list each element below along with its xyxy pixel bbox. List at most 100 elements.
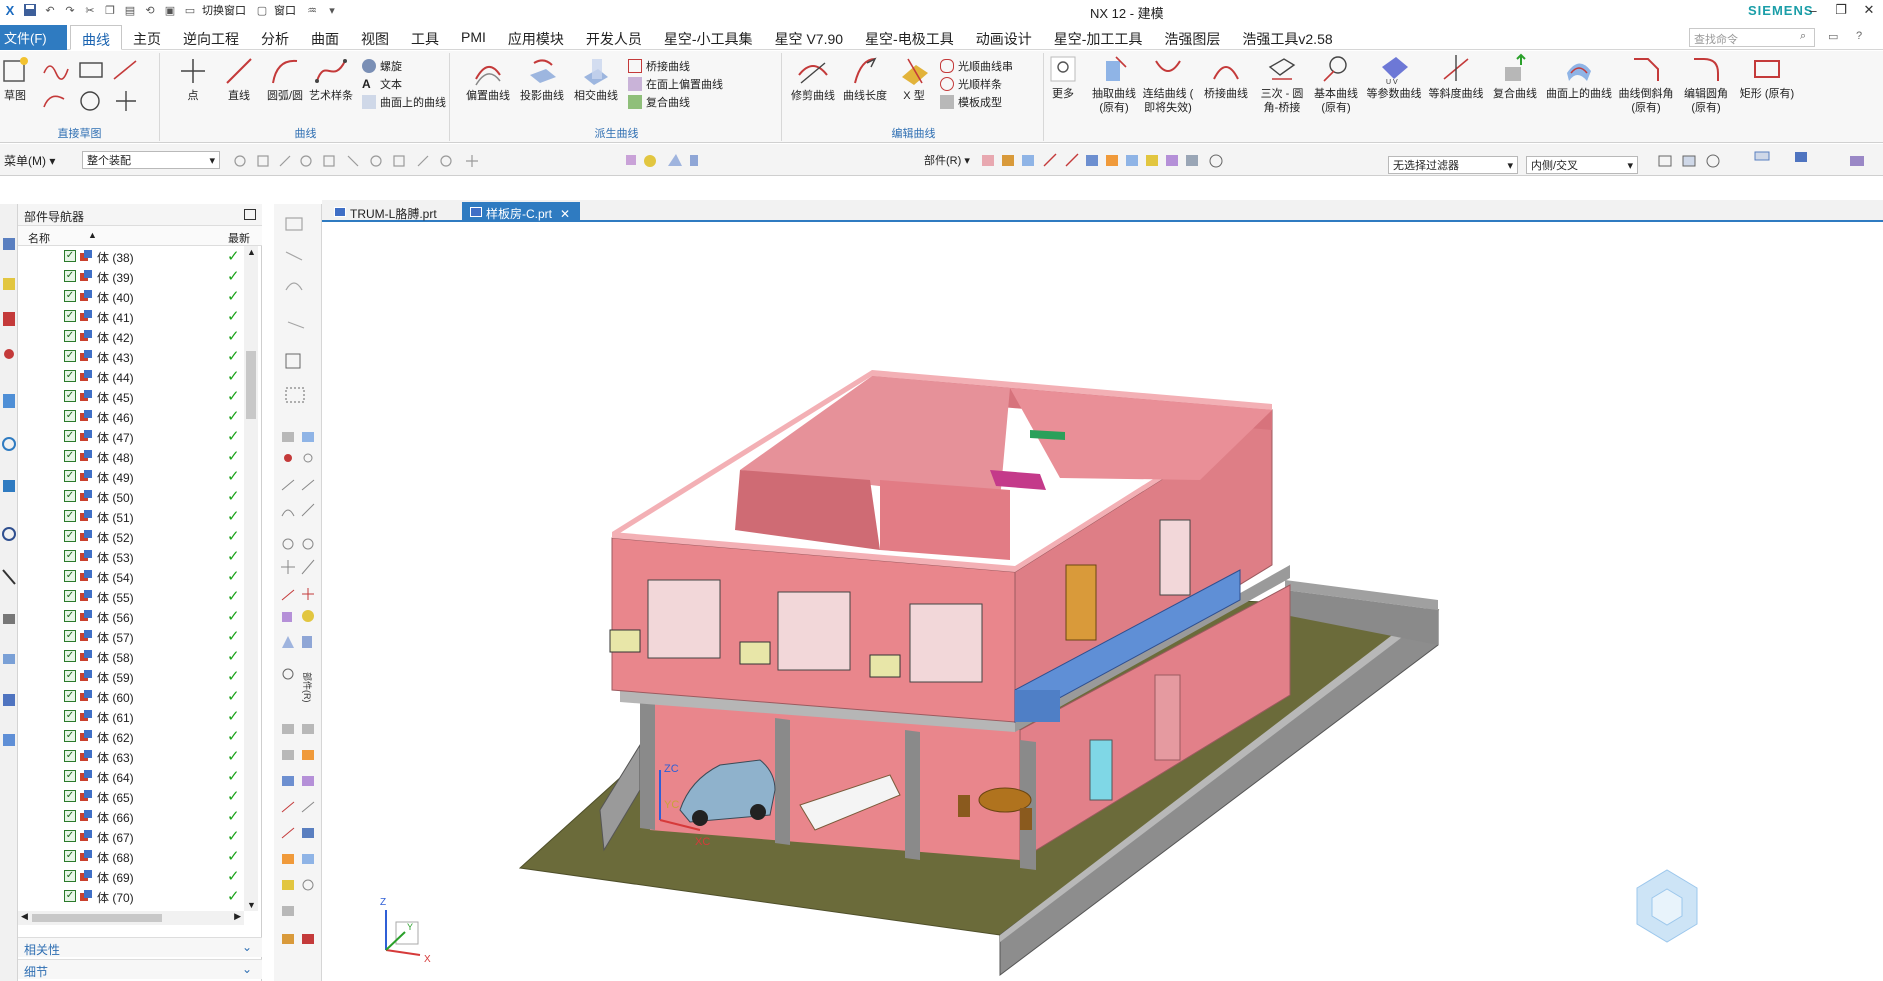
- help-icon[interactable]: ?: [1856, 30, 1862, 42]
- tab-tools[interactable]: 工具: [400, 25, 450, 50]
- offset-curve-button[interactable]: 偏置曲线: [462, 55, 514, 129]
- tab-applications[interactable]: 应用模块: [497, 25, 575, 50]
- tab-haoqiang-tools[interactable]: 浩强工具v2.58: [1231, 25, 1343, 50]
- layer-icon[interactable]: ♒: [302, 1, 322, 19]
- navigator-body-row[interactable]: ✓ 体 (56) ✓: [18, 606, 244, 626]
- view-toolbar-icons[interactable]: [980, 152, 1380, 170]
- navigator-body-row[interactable]: ✓ 体 (57) ✓: [18, 626, 244, 646]
- navigator-body-row[interactable]: ✓ 体 (63) ✓: [18, 746, 244, 766]
- navigator-body-row[interactable]: ✓ 体 (69) ✓: [18, 866, 244, 886]
- visibility-checkbox[interactable]: ✓: [64, 350, 76, 362]
- tab-surface[interactable]: 曲面: [300, 25, 350, 50]
- curve-on-surface-button[interactable]: 曲面上的曲线: [362, 93, 446, 111]
- tab-view[interactable]: 视图: [350, 25, 400, 50]
- rectangle-button[interactable]: 矩形 (原有): [1736, 53, 1798, 127]
- navigator-body-row[interactable]: ✓ 体 (70) ✓: [18, 886, 244, 906]
- sketch-button[interactable]: 草图: [0, 55, 30, 129]
- navigator-body-row[interactable]: ✓ 体 (64) ✓: [18, 766, 244, 786]
- point-button[interactable]: 点: [170, 55, 216, 129]
- graphics-window[interactable]: ZC YC XC Z X Y: [322, 224, 1883, 981]
- visibility-checkbox[interactable]: ✓: [64, 310, 76, 322]
- tab-xingkong-electrode[interactable]: 星空-电极工具: [854, 25, 965, 50]
- scrollbar-thumb[interactable]: [32, 914, 162, 922]
- line-button[interactable]: 直线: [216, 55, 262, 129]
- visibility-checkbox[interactable]: ✓: [64, 730, 76, 742]
- visibility-checkbox[interactable]: ✓: [64, 550, 76, 562]
- navigator-body-row[interactable]: ✓ 体 (67) ✓: [18, 826, 244, 846]
- visibility-checkbox[interactable]: ✓: [64, 670, 76, 682]
- curve-length-button[interactable]: 曲线长度: [840, 55, 890, 129]
- navigator-body-row[interactable]: ✓ 体 (39) ✓: [18, 266, 244, 286]
- navigator-body-row[interactable]: ✓ 体 (66) ✓: [18, 806, 244, 826]
- navigator-body-row[interactable]: ✓ 体 (47) ✓: [18, 426, 244, 446]
- close-icon[interactable]: ✕: [1855, 0, 1883, 20]
- navigator-body-row[interactable]: ✓ 体 (62) ✓: [18, 726, 244, 746]
- scrollbar-thumb[interactable]: [246, 351, 256, 419]
- visibility-checkbox[interactable]: ✓: [64, 450, 76, 462]
- three-fillet-button[interactable]: 三次 - 圆角-桥接: [1256, 53, 1308, 127]
- customize-icon[interactable]: ▾: [322, 1, 342, 19]
- visibility-checkbox[interactable]: ✓: [64, 890, 76, 902]
- navigator-body-row[interactable]: ✓ 体 (38) ✓: [18, 246, 244, 266]
- navigator-body-row[interactable]: ✓ 体 (40) ✓: [18, 286, 244, 306]
- trim-curve-button[interactable]: 修剪曲线: [788, 55, 838, 129]
- main-menu-button[interactable]: 菜单(M) ▾: [4, 152, 55, 169]
- helix-button[interactable]: 螺旋: [362, 57, 402, 75]
- visibility-checkbox[interactable]: ✓: [64, 710, 76, 722]
- smooth-curve-chain-button[interactable]: 光顺曲线串: [940, 57, 1013, 75]
- tab-xingkong-tools[interactable]: 星空-小工具集: [653, 25, 764, 50]
- navigator-body-row[interactable]: ✓ 体 (48) ✓: [18, 446, 244, 466]
- sketch-tools-icons[interactable]: [40, 59, 150, 119]
- navigator-body-row[interactable]: ✓ 体 (44) ✓: [18, 366, 244, 386]
- visibility-checkbox[interactable]: ✓: [64, 750, 76, 762]
- navigator-body-row[interactable]: ✓ 体 (54) ✓: [18, 566, 244, 586]
- window-menu-button[interactable]: 窗口: [272, 2, 302, 18]
- selection-mode-dropdown[interactable]: 内侧/交叉 ▾: [1526, 156, 1638, 174]
- visibility-checkbox[interactable]: ✓: [64, 470, 76, 482]
- navigator-body-row[interactable]: ✓ 体 (49) ✓: [18, 466, 244, 486]
- dependency-panel[interactable]: 相关性 ⌄: [18, 937, 262, 957]
- paste-icon[interactable]: ▤: [120, 1, 140, 19]
- curve-on-surface-large-button[interactable]: 曲面上的曲线: [1544, 53, 1614, 127]
- visibility-checkbox[interactable]: ✓: [64, 870, 76, 882]
- text-button[interactable]: A 文本: [362, 75, 402, 93]
- cut-icon[interactable]: ✂: [80, 1, 100, 19]
- tab-pmi[interactable]: PMI: [450, 25, 497, 50]
- visibility-checkbox[interactable]: ✓: [64, 830, 76, 842]
- selection-filter-dropdown[interactable]: 无选择过滤器 ▾: [1388, 156, 1518, 174]
- isocline-curve-button[interactable]: 等斜度曲线: [1426, 53, 1486, 127]
- snap-point-toolbar-icons[interactable]: [230, 152, 950, 170]
- bridge-curve-button[interactable]: 桥接曲线: [628, 57, 690, 75]
- tab-animation-design[interactable]: 动画设计: [965, 25, 1043, 50]
- tab-reverse-engineering[interactable]: 逆向工程: [172, 25, 250, 50]
- x-form-button[interactable]: X 型: [892, 55, 936, 129]
- navigator-body-row[interactable]: ✓ 体 (46) ✓: [18, 406, 244, 426]
- tab-home[interactable]: 主页: [122, 25, 172, 50]
- view-cube-logo[interactable]: [1636, 869, 1698, 943]
- bridge-curve-large-button[interactable]: 桥接曲线: [1200, 53, 1252, 127]
- navigator-body-row[interactable]: ✓ 体 (55) ✓: [18, 586, 244, 606]
- navigator-body-row[interactable]: ✓ 体 (68) ✓: [18, 846, 244, 866]
- command-search-input[interactable]: 查找命令: [1689, 28, 1815, 47]
- visibility-checkbox[interactable]: ✓: [64, 530, 76, 542]
- project-curve-button[interactable]: 投影曲线: [516, 55, 568, 129]
- template-form-button[interactable]: 模板成型: [940, 93, 1002, 111]
- undo-icon[interactable]: ↶: [40, 1, 60, 19]
- visibility-checkbox[interactable]: ✓: [64, 250, 76, 262]
- render-toolbar-icons[interactable]: [1655, 150, 1875, 172]
- nx-logo-icon[interactable]: X: [0, 1, 20, 19]
- visibility-checkbox[interactable]: ✓: [64, 630, 76, 642]
- close-tab-icon[interactable]: ✕: [560, 207, 570, 221]
- minimize-icon[interactable]: –: [1799, 0, 1827, 20]
- resource-bar-icons[interactable]: [0, 204, 18, 824]
- tab-developer[interactable]: 开发人员: [575, 25, 653, 50]
- column-name-header[interactable]: 名称: [28, 230, 50, 246]
- navigator-body-row[interactable]: ✓ 体 (42) ✓: [18, 326, 244, 346]
- visibility-checkbox[interactable]: ✓: [64, 810, 76, 822]
- visibility-checkbox[interactable]: ✓: [64, 650, 76, 662]
- visibility-checkbox[interactable]: ✓: [64, 270, 76, 282]
- tab-analysis[interactable]: 分析: [250, 25, 300, 50]
- repeat-command-icon[interactable]: ⟲: [140, 1, 160, 19]
- tab-xingkong-machining[interactable]: 星空-加工工具: [1043, 25, 1154, 50]
- navigator-body-row[interactable]: ✓ 体 (45) ✓: [18, 386, 244, 406]
